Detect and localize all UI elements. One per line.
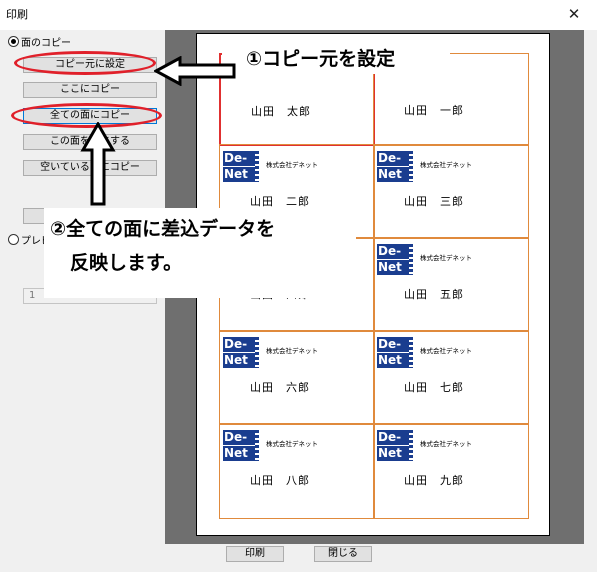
label-cell[interactable]: De- Net 株式会社デネット 山田 三郎 [373, 144, 529, 239]
copy-here-button[interactable]: ここにコピー [23, 82, 157, 98]
company-logo: De- Net [377, 242, 413, 278]
label-cell[interactable]: De- Net 株式会社デネット 山田 八郎 [219, 423, 375, 519]
recipient-name: 山田 一郎 [404, 104, 464, 117]
company-logo: De- Net [377, 428, 413, 464]
company-logo: De- Net [223, 335, 259, 371]
recipient-name: 山田 二郎 [250, 195, 310, 208]
callout-box: ②全ての面に差込データを 反映します。 [44, 208, 356, 298]
callout-text: 反映します。 [70, 252, 183, 274]
callout-text: ②全ての面に差込データを [50, 218, 276, 240]
company-name: 株式会社デネット [420, 440, 472, 448]
copy-section-label: 面のコピー [21, 38, 71, 49]
highlight-ellipse [14, 51, 156, 75]
arrow-left-icon [154, 56, 236, 86]
bottom-bar: 印刷 閉じる [0, 544, 597, 572]
recipient-name: 山田 六郎 [250, 381, 310, 394]
recipient-name: 山田 七郎 [404, 381, 464, 394]
callout-box: ①コピー元を設定 [222, 38, 450, 74]
company-name: 株式会社デネット [266, 347, 318, 355]
company-logo: De- Net [377, 335, 413, 371]
title-bar: 印刷 ✕ [0, 0, 597, 30]
close-icon[interactable]: ✕ [551, 0, 597, 30]
arrow-up-icon [80, 122, 116, 206]
label-cell[interactable]: De- Net 株式会社デネット 山田 五郎 [373, 237, 529, 332]
window-title: 印刷 [6, 8, 28, 21]
company-logo: De- Net [223, 149, 259, 185]
company-name: 株式会社デネット [266, 161, 318, 169]
recipient-name: 山田 太郎 [251, 105, 311, 118]
close-button[interactable]: 閉じる [314, 546, 372, 562]
recipient-name: 山田 九郎 [404, 474, 464, 487]
recipient-name: 山田 三郎 [404, 195, 464, 208]
company-logo: De- Net [223, 428, 259, 464]
company-name: 株式会社デネット [420, 161, 472, 169]
copy-mode-radio[interactable] [8, 36, 19, 47]
company-name: 株式会社デネット [266, 440, 318, 448]
recipient-name: 山田 八郎 [250, 474, 310, 487]
label-cell[interactable]: De- Net 株式会社デネット 山田 七郎 [373, 330, 529, 425]
callout-text: ①コピー元を設定 [246, 48, 396, 70]
company-name: 株式会社デネット [420, 254, 472, 262]
recipient-name: 山田 五郎 [404, 288, 464, 301]
label-cell[interactable]: De- Net 株式会社デネット 山田 六郎 [219, 330, 375, 425]
label-cell[interactable]: De- Net 株式会社デネット 山田 九郎 [373, 423, 529, 519]
preview-mode-radio[interactable] [8, 234, 19, 245]
print-button[interactable]: 印刷 [226, 546, 284, 562]
company-logo: De- Net [377, 149, 413, 185]
company-name: 株式会社デネット [420, 347, 472, 355]
